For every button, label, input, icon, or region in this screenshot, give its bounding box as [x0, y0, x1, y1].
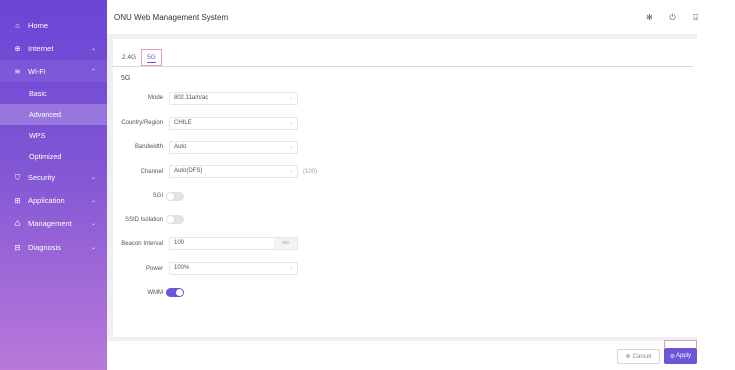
country-value: CHILE	[174, 120, 192, 126]
wmm-label: WMM	[147, 290, 163, 296]
chevron-down-icon: ⌄	[90, 174, 96, 181]
sidebar-item-label: Diagnosis	[28, 242, 61, 252]
mode-select[interactable]: 802.11a/n/ac ⌄	[169, 92, 298, 105]
sidebar-subitem-wps[interactable]: WPS	[0, 125, 107, 146]
toggle-knob	[167, 193, 174, 200]
sidebar-subitem-basic[interactable]: Basic	[0, 83, 107, 104]
beacon-interval-input[interactable]: 100	[169, 237, 275, 250]
logout-icon[interactable]: ⍈	[690, 12, 701, 23]
channel-value: Auto(DFS)	[174, 168, 203, 174]
sidebar-subitem-label: Advanced	[29, 110, 61, 119]
app-title: ONU Web Management System	[114, 12, 229, 22]
sidebar-item-management[interactable]: ♺ Management ⌄	[0, 212, 107, 234]
chevron-up-icon: ⌃	[90, 68, 96, 75]
sidebar-subitem-advanced[interactable]: Advanced	[0, 104, 107, 125]
sidebar-item-label: Home	[28, 20, 49, 30]
country-select[interactable]: CHILE ⌄	[169, 117, 298, 130]
sidebar-subitem-optimized[interactable]: Optimized	[0, 146, 107, 167]
sidebar-subitem-label: WPS	[29, 131, 46, 140]
toggle-knob	[167, 216, 174, 223]
toggle-knob	[176, 289, 183, 296]
apply-icon: ⊘	[669, 353, 675, 360]
channel-current-hint: (100)	[303, 169, 318, 175]
beacon-interval-value: 100	[174, 240, 185, 246]
apply-button[interactable]: ⊘ Apply	[664, 348, 697, 364]
chevron-down-icon: ⌄	[90, 220, 96, 227]
ssid-isolation-toggle[interactable]	[166, 215, 184, 224]
cancel-button-label: Cancel	[632, 353, 652, 360]
power-icon[interactable]: ⏻	[667, 12, 678, 23]
mode-label: Mode	[147, 95, 163, 101]
cancel-button[interactable]: ⊗ Cancel	[617, 349, 660, 364]
toolbox-icon: ⊟	[14, 242, 21, 252]
sidebar-subitem-label: Optimized	[29, 152, 62, 161]
sidebar-item-security[interactable]: ⛉ Security ⌄	[0, 166, 107, 188]
shield-icon: ⛉	[14, 172, 21, 182]
tab-2-4g[interactable]: 2.4G	[117, 49, 141, 66]
chevron-down-icon: ⌄	[90, 244, 96, 251]
sidebar: ⌂ Home ⊕ Internet ⌄ ≋ Wi-Fi ⌃ Basic Adva…	[0, 0, 107, 370]
apply-highlight-frame	[664, 340, 697, 348]
band-tabs: 2.4G 5G	[117, 49, 162, 66]
chevron-down-icon: ⌄	[288, 265, 293, 271]
beacon-interval-label: Beacon Interval	[121, 241, 163, 247]
sidebar-item-home[interactable]: ⌂ Home	[0, 14, 107, 36]
chevron-down-icon: ⌄	[288, 144, 293, 150]
sidebar-item-application[interactable]: ⊞ Application ⌄	[0, 189, 107, 211]
apply-button-label: Apply	[676, 353, 692, 359]
sidebar-item-label: Internet	[28, 43, 54, 53]
section-title: 5G	[121, 75, 131, 82]
bandwidth-label: Bandwidth	[134, 144, 163, 150]
power-label: Power	[145, 266, 163, 272]
tab-divider	[113, 66, 693, 67]
chevron-down-icon: ⌄	[288, 120, 293, 126]
sidebar-item-internet[interactable]: ⊕ Internet ⌄	[0, 37, 107, 59]
cancel-icon: ⊗	[625, 354, 631, 360]
users-icon: ♺	[14, 218, 21, 228]
ssid-isolation-label: SSID Isolation	[124, 217, 163, 223]
chevron-down-icon: ⌄	[288, 168, 293, 174]
chevron-down-icon: ⌄	[90, 197, 96, 204]
header: ONU Web Management System	[107, 0, 697, 34]
home-icon: ⌂	[15, 20, 20, 30]
footer-bar	[107, 341, 697, 370]
sidebar-subitem-label: Basic	[29, 89, 47, 98]
power-select[interactable]: 100% ⌄	[169, 262, 298, 275]
sidebar-item-label: Security	[28, 172, 56, 182]
settings-icon[interactable]: ✻	[644, 12, 655, 23]
sidebar-item-label: Wi-Fi	[28, 66, 46, 76]
beacon-interval-unit: ms	[274, 237, 298, 250]
bandwidth-select[interactable]: Auto ⌄	[169, 141, 298, 154]
channel-label: Channel	[140, 169, 163, 175]
wifi-icon: ≋	[14, 66, 21, 76]
settings-panel	[113, 39, 697, 337]
sgi-label: SGI	[152, 193, 163, 199]
country-label: Country/Region	[121, 120, 163, 126]
sidebar-item-label: Management	[28, 218, 72, 228]
bandwidth-value: Auto	[174, 144, 187, 150]
power-value: 100%	[174, 265, 190, 271]
sidebar-item-wifi[interactable]: ≋ Wi-Fi ⌃	[0, 60, 107, 82]
sidebar-item-label: Application	[28, 195, 65, 205]
channel-select[interactable]: Auto(DFS) ⌄	[169, 165, 298, 178]
wmm-toggle[interactable]	[166, 288, 184, 297]
sidebar-item-diagnosis[interactable]: ⊟ Diagnosis ⌄	[0, 236, 107, 258]
mode-value: 802.11a/n/ac	[174, 95, 209, 101]
globe-icon: ⊕	[14, 43, 21, 53]
sgi-toggle[interactable]	[166, 192, 184, 201]
chevron-down-icon: ⌄	[90, 45, 96, 52]
grid-icon: ⊞	[14, 195, 21, 205]
chevron-down-icon: ⌄	[288, 95, 293, 101]
tab-5g[interactable]: 5G	[141, 49, 162, 66]
